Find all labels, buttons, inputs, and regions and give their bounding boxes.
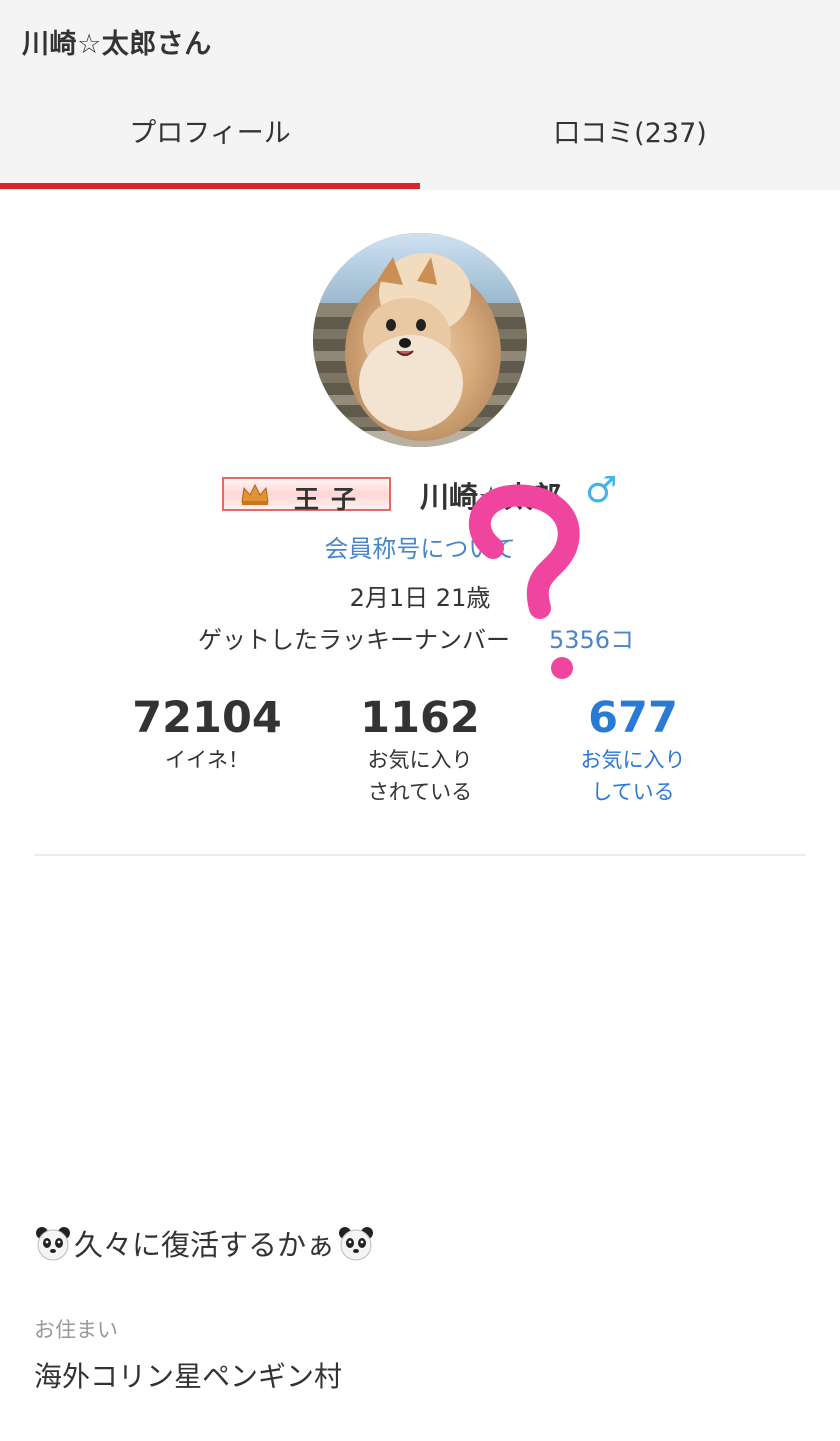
bio: 久々に復活するかぁ <box>34 1222 375 1264</box>
likes-label: イイネ！ <box>165 748 249 772</box>
panda-icon <box>34 1224 72 1262</box>
bio-text: 久々に復活するかぁ <box>74 1228 336 1262</box>
avatar <box>313 233 527 447</box>
dog-photo <box>313 233 527 447</box>
stat-likes: 72104 イイネ！ <box>97 692 317 776</box>
username: 川崎☆太郎 <box>420 480 562 514</box>
favoriting-label[interactable]: お気に入り している <box>523 744 743 808</box>
tab-profile[interactable]: プロフィール <box>0 112 420 190</box>
lucky-number-value[interactable]: 5356コ <box>549 620 634 655</box>
page-title: 川崎☆太郎さん <box>22 29 212 60</box>
member-title-link[interactable]: 会員称号について <box>0 529 840 564</box>
tab-reviews[interactable]: 口コミ(237) <box>420 112 840 190</box>
active-tab-indicator <box>0 183 420 189</box>
residence-label: お住まい <box>34 1318 118 1342</box>
lucky-number-label: ゲットしたラッキーナンバー <box>198 626 510 654</box>
title-badge: 王子 <box>222 477 391 514</box>
crown-icon <box>240 482 270 510</box>
birthday-age: 2月1日 21歳 <box>349 584 491 612</box>
badge-label: 王子 <box>294 485 369 514</box>
favoriting-count[interactable]: 677 <box>523 692 743 744</box>
stat-favorited-by: 1162 お気に入り されている <box>310 692 530 808</box>
residence-value: 海外コリン星ペンギン村 <box>34 1360 343 1393</box>
favorited-by-count: 1162 <box>360 693 480 743</box>
favorited-by-label: お気に入り されている <box>367 748 473 804</box>
top-bar: 川崎☆太郎さん プロフィール 口コミ(237) <box>0 0 840 190</box>
panda-icon <box>337 1224 375 1262</box>
divider <box>34 854 806 856</box>
male-icon: ♂ <box>585 470 618 511</box>
likes-count: 72104 <box>132 693 282 743</box>
stat-favoriting[interactable]: 677 お気に入り している <box>523 692 743 808</box>
